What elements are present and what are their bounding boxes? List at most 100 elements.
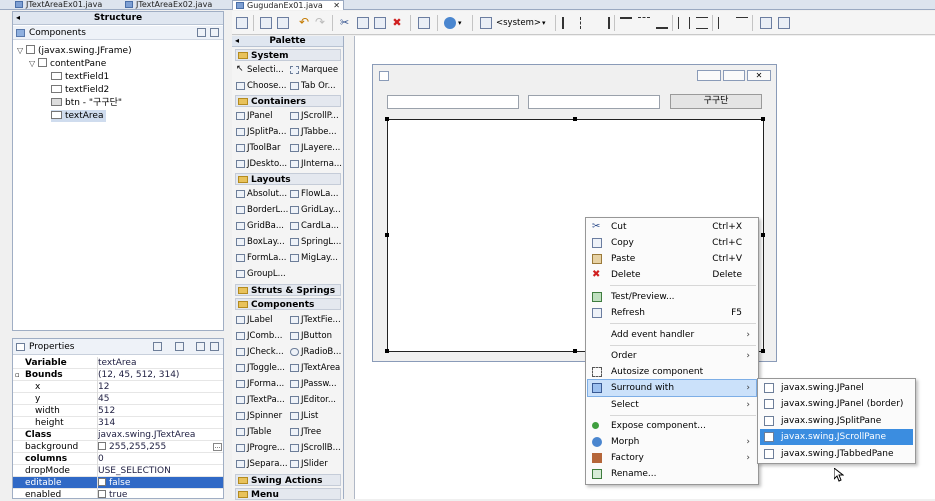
palette-item[interactable]: Absolut... [235, 187, 289, 201]
property-row-selected[interactable]: editable false [13, 477, 223, 489]
palette-item[interactable]: FlowLa... [289, 187, 343, 201]
menu-item-factory[interactable]: Factory › [588, 450, 756, 466]
menu-item-order[interactable]: Order › [588, 348, 756, 364]
center-vertical-icon[interactable] [778, 17, 790, 29]
palette-item[interactable]: Tab Or... [289, 79, 343, 93]
property-row[interactable]: y 45 [13, 393, 223, 405]
resize-handle[interactable] [573, 117, 577, 121]
cut-icon[interactable]: ✂ [340, 17, 352, 29]
globe-icon[interactable] [444, 17, 456, 29]
submenu-item-jscrollpane[interactable]: javax.swing.JScrollPane [760, 429, 913, 445]
space-horizontal-icon[interactable] [718, 17, 730, 29]
menu-item-copy[interactable]: Copy Ctrl+C [588, 235, 756, 251]
palette-item[interactable]: JPassw... [289, 377, 343, 391]
restore-default-icon[interactable] [210, 342, 219, 351]
menu-item-select[interactable]: Select › [588, 397, 756, 413]
property-row[interactable]: columns 0 [13, 453, 223, 465]
palette-item[interactable]: JTextArea [289, 361, 343, 375]
expanded-arrow-icon[interactable]: ▽ [17, 45, 26, 57]
property-row[interactable]: background 255,255,255… [13, 441, 223, 453]
palette-category-menu[interactable]: Menu [235, 488, 341, 500]
tree-item-btn[interactable]: btn - "구구단" [51, 97, 122, 109]
collapse-arrow-icon[interactable]: ◂ [235, 36, 239, 46]
textfield2[interactable] [528, 95, 660, 109]
palette-item[interactable]: Choose... [235, 79, 289, 93]
menu-item-delete[interactable]: ✖ Delete Delete [588, 267, 756, 283]
palette-item[interactable]: JSepara... [235, 457, 289, 471]
palette-item[interactable]: JList [289, 409, 343, 423]
property-row[interactable]: ▫ Bounds (12, 45, 512, 314) [13, 369, 223, 381]
palette-item[interactable]: BorderL... [235, 203, 289, 217]
expand-all-icon[interactable] [197, 28, 206, 37]
align-bottom-icon[interactable] [656, 17, 668, 29]
palette-item[interactable]: JTextFie... [289, 313, 343, 327]
tab-gugudanex01[interactable]: GugudanEx01.java ✕ [232, 0, 344, 10]
resize-handle[interactable] [761, 233, 765, 237]
palette-item[interactable]: JToggle... [235, 361, 289, 375]
menu-item-autosize[interactable]: Autosize component [588, 364, 756, 380]
resize-handle[interactable] [385, 117, 389, 121]
align-top-icon[interactable] [620, 17, 632, 29]
look-and-feel-icon[interactable] [480, 17, 492, 29]
palette-category-struts[interactable]: Struts & Springs [235, 284, 341, 296]
palette-category-containers[interactable]: Containers [235, 95, 341, 107]
tree-item-jframe[interactable]: ▽ (javax.swing.JFrame) [17, 45, 132, 57]
tree-item-textfield2[interactable]: textField2 [51, 84, 109, 96]
menu-item-expose-component[interactable]: Expose component... [588, 418, 756, 434]
tree-item-textfield1[interactable]: textField1 [51, 71, 109, 83]
palette-item[interactable]: JDeskto... [235, 157, 289, 171]
palette-item[interactable]: FormLa... [235, 251, 289, 265]
copy-icon[interactable] [357, 17, 369, 29]
palette-item[interactable]: JCheck... [235, 345, 289, 359]
property-row[interactable]: Variable textArea [13, 357, 223, 369]
menu-item-surround-with[interactable]: Surround with › [587, 379, 757, 397]
resize-handle[interactable] [385, 233, 389, 237]
ellipsis-button[interactable]: … [213, 443, 222, 451]
collapse-arrow-icon[interactable]: ◂ [16, 12, 20, 24]
palette-item[interactable]: GridLay... [289, 203, 343, 217]
redo-icon[interactable]: ↷ [314, 16, 326, 29]
align-middle-icon[interactable] [638, 17, 650, 29]
system-combo[interactable]: <system> [496, 17, 541, 29]
resize-handle[interactable] [573, 349, 577, 353]
property-row[interactable]: width 512 [13, 405, 223, 417]
palette-item[interactable]: SpringL... [289, 235, 343, 249]
palette-item[interactable]: JPanel [235, 109, 289, 123]
align-left-icon[interactable] [562, 17, 574, 29]
menu-item-add-event-handler[interactable]: Add event handler › [588, 327, 756, 343]
palette-item[interactable]: JInterna... [289, 157, 343, 171]
dropdown-arrow-icon[interactable]: ▾ [458, 17, 470, 29]
dropdown-arrow-icon[interactable]: ▾ [542, 17, 554, 29]
property-row[interactable]: x 12 [13, 381, 223, 393]
property-row[interactable]: dropMode USE_SELECTION [13, 465, 223, 477]
checkbox[interactable] [98, 490, 106, 498]
palette-item[interactable]: BoxLay... [235, 235, 289, 249]
palette-item[interactable]: MigLay... [289, 251, 343, 265]
palette-item[interactable]: JSpinner [235, 409, 289, 423]
palette-item[interactable]: JComb... [235, 329, 289, 343]
align-right-icon[interactable] [598, 17, 610, 29]
property-row[interactable]: Class javax.swing.JTextArea [13, 429, 223, 441]
palette-item[interactable]: JScrollP... [289, 109, 343, 123]
resize-handle[interactable] [761, 349, 765, 353]
tab-jtextareaex01[interactable]: JTextAreaEx01.java [12, 0, 112, 10]
submenu-item-jpanel[interactable]: javax.swing.JPanel [760, 380, 913, 396]
collapse-all-icon[interactable] [210, 28, 219, 37]
collapse-arrow-icon[interactable]: ▫ [15, 369, 20, 381]
textfield1[interactable] [387, 95, 519, 109]
undo-icon[interactable]: ↶ [298, 16, 310, 29]
palette-item[interactable]: GroupL... [235, 267, 289, 281]
palette-category-system[interactable]: System [235, 49, 341, 61]
tab-jtextareaex02[interactable]: JTextAreaEx02.java [122, 0, 226, 10]
tree-item-contentpane[interactable]: ▽ contentPane [29, 58, 106, 70]
menu-item-paste[interactable]: Paste Ctrl+V [588, 251, 756, 267]
minimize-icon[interactable] [697, 70, 721, 81]
center-horizontal-icon[interactable] [760, 17, 772, 29]
property-row[interactable]: height 314 [13, 417, 223, 429]
tree-item-textarea[interactable]: textArea [51, 110, 107, 122]
show-events-icon[interactable] [153, 342, 162, 351]
close-icon[interactable]: ✕ [747, 70, 771, 81]
save-icon[interactable] [260, 17, 272, 29]
submenu-item-jsplitpane[interactable]: javax.swing.JSplitPane [760, 413, 913, 429]
palette-item[interactable]: JToolBar [235, 141, 289, 155]
